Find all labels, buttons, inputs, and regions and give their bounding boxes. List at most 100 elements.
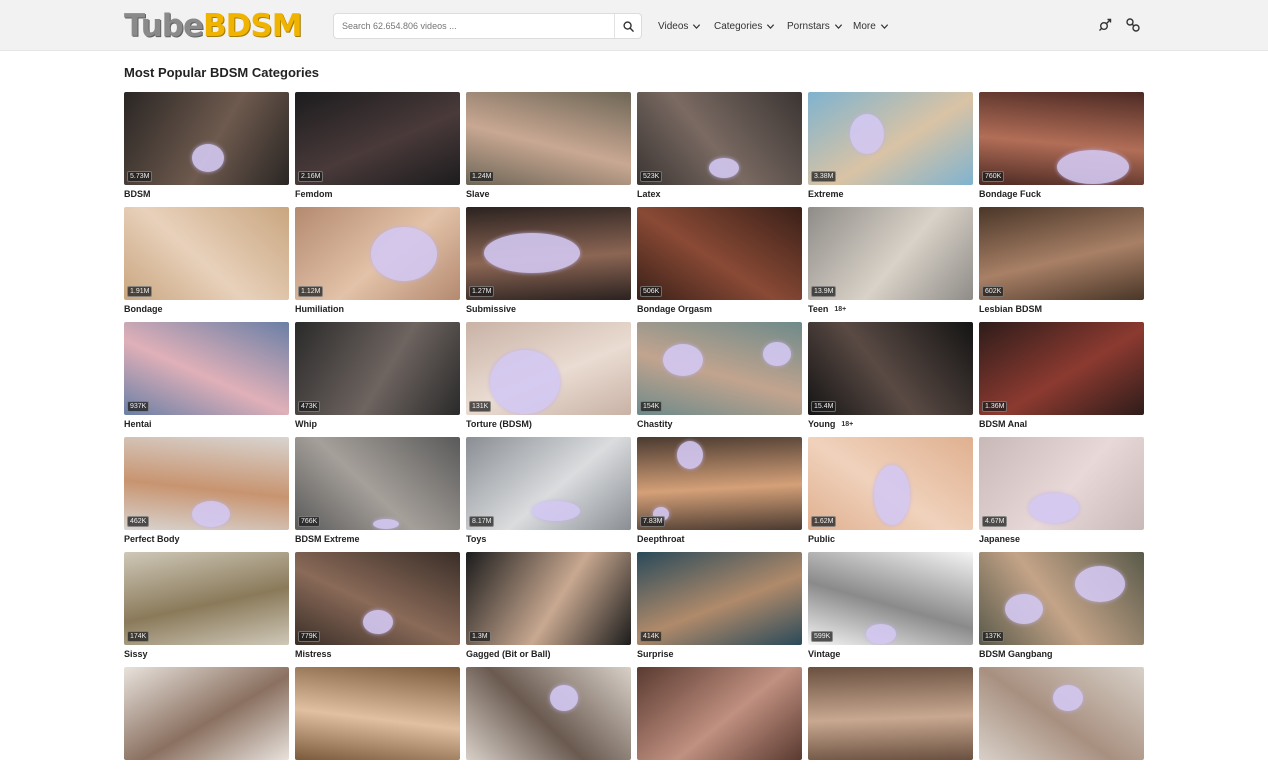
category-card[interactable]: 523K Latex [637, 92, 802, 204]
category-thumbnail[interactable]: 15.4M [808, 322, 973, 415]
category-name-row[interactable]: Latex [637, 189, 802, 199]
nav-pornstars[interactable]: Pornstars [787, 17, 843, 35]
category-card[interactable]: 599K Vintage [808, 552, 973, 664]
category-thumbnail[interactable]: 523K [637, 92, 802, 185]
category-name[interactable]: BDSM Anal [979, 419, 1027, 429]
category-card[interactable] [808, 667, 973, 779]
category-card[interactable] [637, 667, 802, 779]
category-thumbnail[interactable]: 602K [979, 207, 1144, 300]
category-thumbnail[interactable]: 131K [466, 322, 631, 415]
category-thumbnail[interactable]: 1.3M [466, 552, 631, 645]
category-card[interactable]: 137K BDSM Gangbang [979, 552, 1144, 664]
category-thumbnail[interactable]: 8.17M [466, 437, 631, 530]
category-card[interactable]: 1.91M Bondage [124, 207, 289, 319]
category-thumbnail[interactable]: 154K [637, 322, 802, 415]
category-thumbnail[interactable]: 414K [637, 552, 802, 645]
category-thumbnail[interactable]: 766K [295, 437, 460, 530]
search-input[interactable] [334, 14, 614, 38]
category-name[interactable]: Hentai [124, 419, 152, 429]
category-card[interactable]: 1.36M BDSM Anal [979, 322, 1144, 434]
category-card[interactable]: 154K Chastity [637, 322, 802, 434]
category-name-row[interactable]: BDSM Gangbang [979, 649, 1144, 659]
category-name-row[interactable]: Whip [295, 419, 460, 429]
category-thumbnail[interactable]: 1.62M [808, 437, 973, 530]
category-card[interactable]: 131K Torture (BDSM) [466, 322, 631, 434]
search-button[interactable] [614, 14, 641, 38]
category-name[interactable]: Chastity [637, 419, 673, 429]
category-name-row[interactable]: Humiliation [295, 304, 460, 314]
category-card[interactable]: 2.16M Femdom [295, 92, 460, 204]
category-name[interactable]: BDSM [124, 189, 151, 199]
category-name[interactable]: Vintage [808, 649, 840, 659]
category-card[interactable]: 15.4M Young 18+ [808, 322, 973, 434]
trans-filter-button[interactable] [1125, 17, 1141, 33]
category-name[interactable]: Bondage Fuck [979, 189, 1041, 199]
category-name-row[interactable]: Surprise [637, 649, 802, 659]
category-thumbnail[interactable]: 174K [124, 552, 289, 645]
category-name[interactable]: Extreme [808, 189, 844, 199]
category-name-row[interactable]: Sissy [124, 649, 289, 659]
category-name-row[interactable]: Young 18+ [808, 419, 973, 429]
category-card[interactable]: 506K Bondage Orgasm [637, 207, 802, 319]
category-card[interactable]: 3.38M Extreme [808, 92, 973, 204]
category-name[interactable]: Deepthroat [637, 534, 685, 544]
category-name[interactable]: Surprise [637, 649, 674, 659]
category-thumbnail[interactable] [979, 667, 1144, 760]
category-thumbnail[interactable]: 462K [124, 437, 289, 530]
category-name-row[interactable]: Slave [466, 189, 631, 199]
category-thumbnail[interactable]: 599K [808, 552, 973, 645]
category-name-row[interactable]: BDSM [124, 189, 289, 199]
category-thumbnail[interactable]: 1.36M [979, 322, 1144, 415]
category-name[interactable]: Femdom [295, 189, 333, 199]
category-thumbnail[interactable]: 760K [979, 92, 1144, 185]
category-name[interactable]: Sissy [124, 649, 148, 659]
category-thumbnail[interactable]: 137K [979, 552, 1144, 645]
category-name[interactable]: Public [808, 534, 835, 544]
category-card[interactable]: 1.27M Submissive [466, 207, 631, 319]
category-name-row[interactable]: Torture (BDSM) [466, 419, 631, 429]
category-thumbnail[interactable]: 1.91M [124, 207, 289, 300]
category-thumbnail[interactable]: 506K [637, 207, 802, 300]
category-name-row[interactable]: Chastity [637, 419, 802, 429]
category-name-row[interactable]: Teen 18+ [808, 304, 973, 314]
category-name[interactable]: Humiliation [295, 304, 344, 314]
category-thumbnail[interactable]: 7.83M [637, 437, 802, 530]
nav-videos[interactable]: Videos [658, 17, 701, 35]
category-name-row[interactable]: Public [808, 534, 973, 544]
category-thumbnail[interactable]: 1.27M [466, 207, 631, 300]
category-name[interactable]: Bondage Orgasm [637, 304, 712, 314]
category-name-row[interactable]: Extreme [808, 189, 973, 199]
category-name[interactable]: Perfect Body [124, 534, 180, 544]
category-thumbnail[interactable] [637, 667, 802, 760]
category-thumbnail[interactable]: 4.67M [979, 437, 1144, 530]
category-thumbnail[interactable]: 1.12M [295, 207, 460, 300]
category-card[interactable]: 7.83M Deepthroat [637, 437, 802, 549]
category-thumbnail[interactable] [124, 667, 289, 760]
category-thumbnail[interactable]: 473K [295, 322, 460, 415]
category-name-row[interactable]: Femdom [295, 189, 460, 199]
site-logo[interactable]: Tube BDSM [124, 10, 303, 42]
category-card[interactable]: 8.17M Toys [466, 437, 631, 549]
category-name-row[interactable]: Japanese [979, 534, 1144, 544]
category-thumbnail[interactable] [466, 667, 631, 760]
category-name[interactable]: Gagged (Bit or Ball) [466, 649, 551, 659]
category-card[interactable]: 760K Bondage Fuck [979, 92, 1144, 204]
category-card[interactable]: 937K Hentai [124, 322, 289, 434]
category-card[interactable]: 5.73M BDSM [124, 92, 289, 204]
category-name-row[interactable]: BDSM Extreme [295, 534, 460, 544]
category-thumbnail[interactable] [295, 667, 460, 760]
category-card[interactable]: 602K Lesbian BDSM [979, 207, 1144, 319]
category-name[interactable]: BDSM Extreme [295, 534, 360, 544]
category-card[interactable]: 174K Sissy [124, 552, 289, 664]
category-thumbnail[interactable]: 1.24M [466, 92, 631, 185]
category-name[interactable]: Bondage [124, 304, 163, 314]
category-card[interactable]: 473K Whip [295, 322, 460, 434]
category-name[interactable]: Lesbian BDSM [979, 304, 1042, 314]
category-card[interactable]: 414K Surprise [637, 552, 802, 664]
category-card[interactable]: 779K Mistress [295, 552, 460, 664]
category-thumbnail[interactable]: 2.16M [295, 92, 460, 185]
category-name-row[interactable]: Gagged (Bit or Ball) [466, 649, 631, 659]
category-name-row[interactable]: Bondage [124, 304, 289, 314]
category-thumbnail[interactable]: 5.73M [124, 92, 289, 185]
category-card[interactable]: 4.67M Japanese [979, 437, 1144, 549]
